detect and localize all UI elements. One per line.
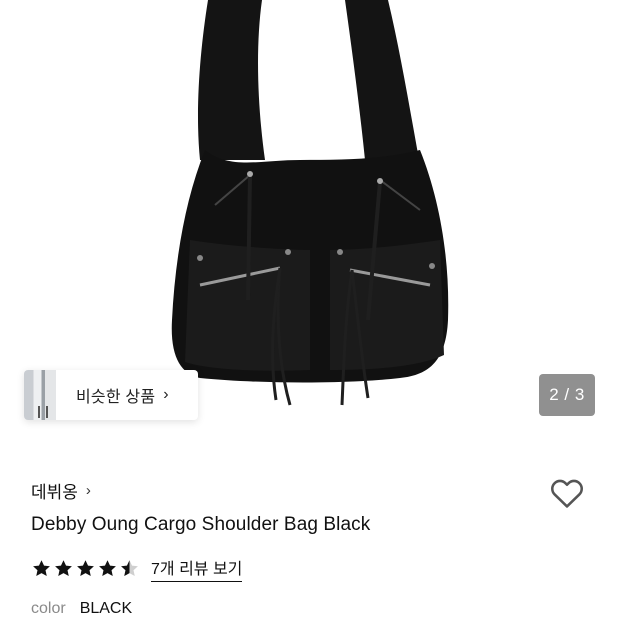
product-title: Debby Oung Cargo Shoulder Bag Black bbox=[31, 514, 371, 535]
color-option: color BLACK bbox=[31, 600, 132, 618]
star-rating bbox=[31, 558, 141, 579]
image-page-indicator: 2 / 3 bbox=[539, 374, 595, 416]
chevron-right-icon: › bbox=[85, 482, 91, 499]
star-half-icon bbox=[121, 560, 138, 577]
color-label: color bbox=[31, 600, 66, 617]
similar-products-button[interactable]: 비슷한 상품 › bbox=[24, 370, 198, 420]
star-icon bbox=[33, 560, 50, 577]
view-reviews-link[interactable]: 7개 리뷰 보기 bbox=[151, 555, 243, 582]
chevron-right-icon: › bbox=[163, 386, 169, 403]
heart-outline-icon bbox=[551, 479, 583, 508]
star-icon bbox=[55, 560, 72, 577]
similar-product-thumbnail bbox=[24, 370, 56, 420]
similar-products-label: 비슷한 상품 bbox=[76, 389, 156, 406]
star-icon bbox=[99, 560, 116, 577]
brand-link[interactable]: 데뷔옹 › bbox=[31, 478, 91, 503]
product-image[interactable]: 비슷한 상품 › 2 / 3 bbox=[0, 0, 620, 450]
color-value: BLACK bbox=[79, 600, 133, 617]
star-icon bbox=[77, 560, 94, 577]
brand-name: 데뷔옹 bbox=[31, 483, 78, 502]
rating-row: 7개 리뷰 보기 bbox=[31, 555, 243, 582]
wishlist-button[interactable] bbox=[548, 474, 586, 512]
